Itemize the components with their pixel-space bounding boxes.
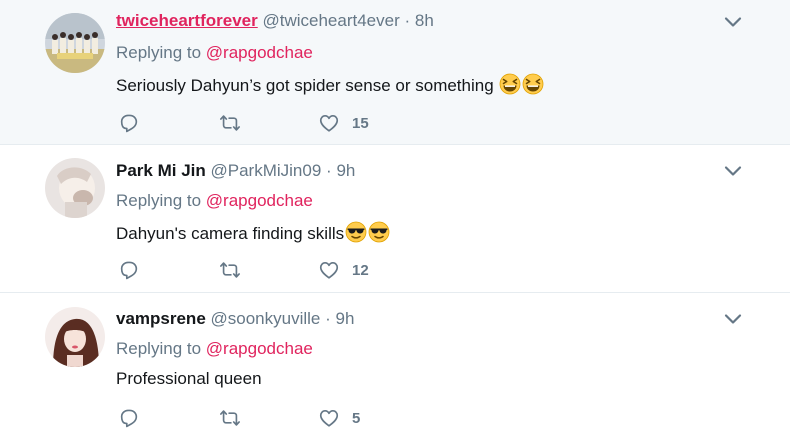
grinning-squinting-face-icon bbox=[499, 73, 521, 95]
chevron-down-icon[interactable] bbox=[724, 16, 742, 28]
tweet-text-content: Dahyun's camera finding skills bbox=[116, 224, 345, 243]
avatar[interactable] bbox=[45, 13, 105, 73]
chevron-down-icon[interactable] bbox=[724, 313, 742, 325]
tweet-text: Seriously Dahyun’s got spider sense or s… bbox=[116, 73, 544, 96]
tweet-reply-item[interactable]: vampsrene @soonkyuville · 9h Replying to… bbox=[0, 293, 790, 435]
replying-to-label: Replying to bbox=[116, 191, 202, 210]
tweet-actions: 12 bbox=[116, 258, 516, 282]
display-name[interactable]: Park Mi Jin bbox=[116, 161, 206, 180]
tweet-header: vampsrene @soonkyuville · 9h bbox=[116, 309, 354, 329]
mention-link[interactable]: @rapgodchae bbox=[206, 191, 313, 210]
like-button[interactable]: 12 bbox=[318, 258, 369, 282]
like-button[interactable]: 15 bbox=[318, 111, 369, 135]
reply-icon bbox=[118, 112, 140, 134]
tweet-text: Dahyun's camera finding skills bbox=[116, 221, 390, 244]
reply-button[interactable] bbox=[118, 111, 140, 135]
retweet-button[interactable] bbox=[218, 258, 242, 282]
smiling-face-with-sunglasses-icon bbox=[368, 221, 390, 243]
reply-icon bbox=[118, 407, 140, 429]
separator-dot: · bbox=[325, 309, 331, 328]
replying-to-label: Replying to bbox=[116, 43, 202, 62]
replying-to-line: Replying to @rapgodchae bbox=[116, 43, 313, 63]
display-name[interactable]: twiceheartforever bbox=[116, 11, 258, 30]
tweet-text-content: Seriously Dahyun’s got spider sense or s… bbox=[116, 76, 494, 95]
avatar[interactable] bbox=[45, 307, 105, 367]
heart-icon bbox=[318, 112, 340, 134]
retweet-icon bbox=[218, 112, 242, 134]
retweet-icon bbox=[218, 259, 242, 281]
like-count: 5 bbox=[352, 409, 361, 427]
display-name[interactable]: vampsrene bbox=[116, 309, 206, 328]
reply-button[interactable] bbox=[118, 258, 140, 282]
replying-to-line: Replying to @rapgodchae bbox=[116, 191, 313, 211]
retweet-button[interactable] bbox=[218, 406, 242, 430]
user-handle[interactable]: @ParkMiJin09 bbox=[211, 161, 322, 180]
reply-icon bbox=[118, 259, 140, 281]
tweet-actions: 15 bbox=[116, 111, 516, 135]
separator-dot: · bbox=[326, 161, 332, 180]
retweet-button[interactable] bbox=[218, 111, 242, 135]
grinning-squinting-face-icon bbox=[522, 73, 544, 95]
tweet-text: Professional queen bbox=[116, 369, 262, 389]
reply-button[interactable] bbox=[118, 406, 140, 430]
chevron-down-icon[interactable] bbox=[724, 165, 742, 177]
like-button[interactable]: 5 bbox=[318, 406, 360, 430]
mention-link[interactable]: @rapgodchae bbox=[206, 43, 313, 62]
replying-to-label: Replying to bbox=[116, 339, 202, 358]
avatar[interactable] bbox=[45, 158, 105, 218]
heart-icon bbox=[318, 407, 340, 429]
user-handle[interactable]: @twiceheart4ever bbox=[262, 11, 399, 30]
tweet-reply-item[interactable]: Park Mi Jin @ParkMiJin09 · 9h Replying t… bbox=[0, 145, 790, 293]
user-handle[interactable]: @soonkyuville bbox=[211, 309, 321, 328]
like-count: 12 bbox=[352, 261, 369, 279]
tweet-header: twiceheartforever @twiceheart4ever · 8h bbox=[116, 11, 434, 31]
tweet-timestamp[interactable]: 9h bbox=[336, 161, 355, 180]
retweet-icon bbox=[218, 407, 242, 429]
smiling-face-with-sunglasses-icon bbox=[345, 221, 367, 243]
tweet-actions: 5 bbox=[116, 406, 516, 430]
tweet-timestamp[interactable]: 8h bbox=[415, 11, 434, 30]
like-count: 15 bbox=[352, 114, 369, 132]
tweet-reply-item[interactable]: twiceheartforever @twiceheart4ever · 8h … bbox=[0, 0, 790, 145]
tweet-text-content: Professional queen bbox=[116, 369, 262, 388]
heart-icon bbox=[318, 259, 340, 281]
tweet-header: Park Mi Jin @ParkMiJin09 · 9h bbox=[116, 161, 355, 181]
separator-dot: · bbox=[404, 11, 411, 30]
mention-link[interactable]: @rapgodchae bbox=[206, 339, 313, 358]
replying-to-line: Replying to @rapgodchae bbox=[116, 339, 313, 359]
tweet-timestamp[interactable]: 9h bbox=[336, 309, 355, 328]
